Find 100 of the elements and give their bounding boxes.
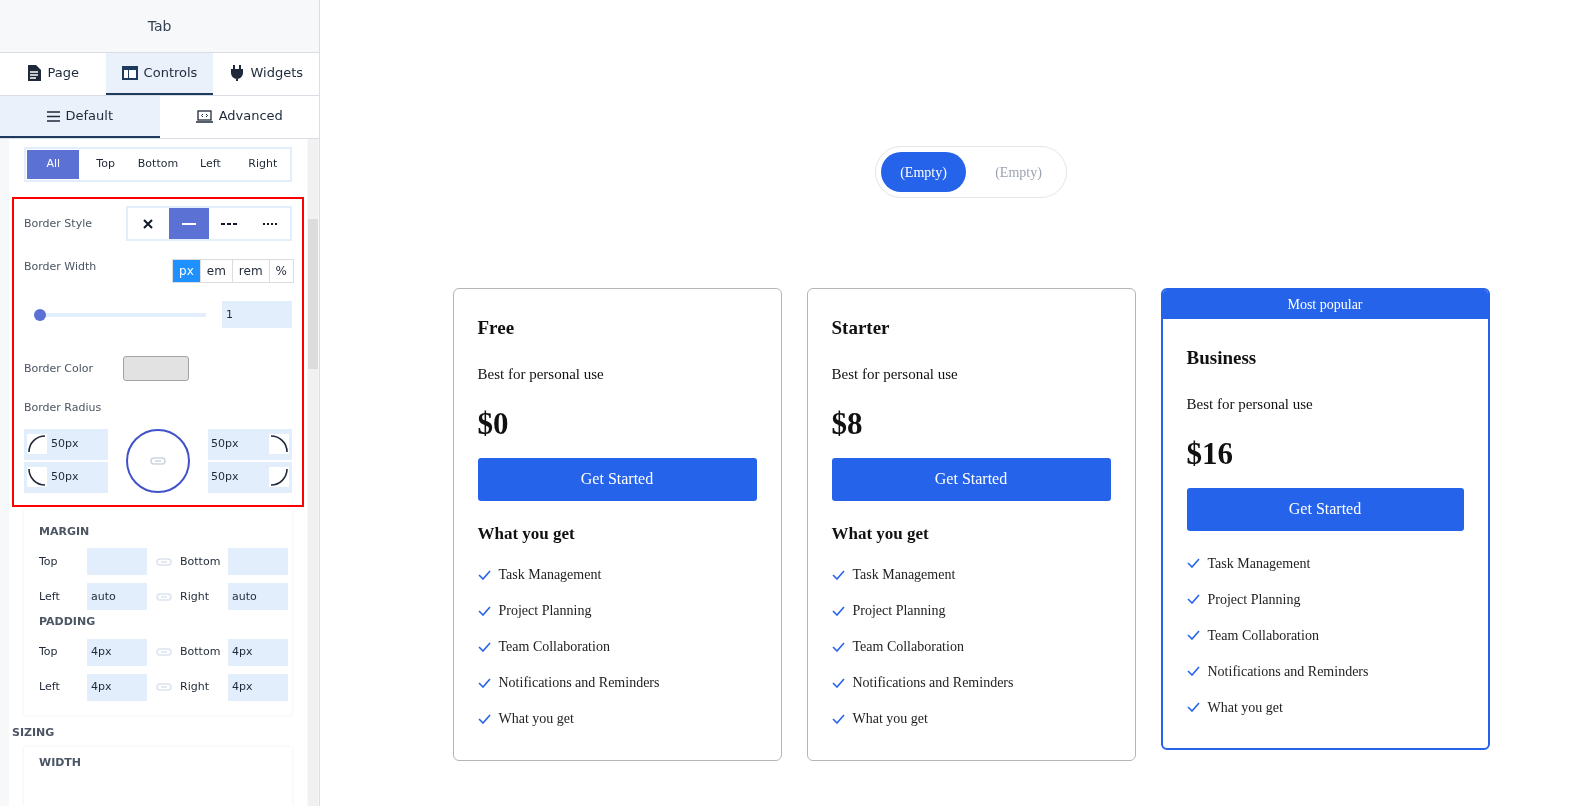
radius-field[interactable]: 50px [208,428,292,460]
panel-tab[interactable]: Controls [106,53,213,95]
field-label: Border Width [24,259,97,276]
feature-item: What you get [852,710,928,728]
feature-item: Project Planning [1207,590,1301,609]
field-label: Right [180,679,210,695]
side-option[interactable]: All [27,150,80,180]
spacing-input[interactable] [228,548,288,576]
field-label: Border Color [24,360,95,377]
toggle-option[interactable]: (Empty) [881,152,966,192]
link-icon[interactable] [155,557,172,566]
field-label: Right [180,588,210,605]
corner-radius-icon [269,434,289,455]
plan-name: Free [477,316,516,340]
check-icon [831,569,845,580]
section-heading: SIZING [12,724,56,741]
side-option[interactable]: Right [236,150,290,180]
check-icon [1186,630,1200,640]
unit-option[interactable]: em [199,260,232,283]
spacing-input[interactable]: 4px [87,638,147,666]
side-option[interactable]: Top [79,150,132,180]
radius-field[interactable]: 50px [24,461,108,493]
feature-item: What you get [1207,698,1283,717]
link-icon[interactable] [155,683,172,692]
width-input[interactable]: 1 [222,301,292,329]
radius-field[interactable]: 50px [208,461,292,493]
unit-option[interactable]: rem [231,260,269,283]
panel-tab[interactable]: Page [0,53,107,95]
field-label: Border Radius [24,400,103,417]
document-icon [27,65,42,81]
corner-radius-icon [269,467,289,488]
dotted-line-icon [262,222,277,225]
panel-title: Tab [147,16,172,36]
menu-icon [46,110,60,122]
slider-track[interactable] [34,308,206,321]
field-label: Top [39,644,59,660]
feature-item: Team Collaboration [1207,626,1319,645]
scrollbar[interactable] [308,139,318,806]
plan-price: $8 [831,405,864,443]
plan-price: $0 [477,405,510,443]
link-icon[interactable] [155,648,172,657]
check-icon [1186,666,1200,676]
spacing-input[interactable]: auto [87,583,147,611]
link-icon[interactable] [155,592,172,601]
spacing-input[interactable]: 4px [228,673,288,701]
close-icon [143,218,154,229]
check-icon [831,677,845,688]
features-heading: What you get [477,522,576,545]
field-label: Left [39,679,61,695]
check-icon [831,641,845,652]
get-started-button[interactable]: Get Started [831,457,1111,501]
unit-option[interactable]: % [268,260,293,283]
check-icon [477,713,491,724]
plan-name: Business [1186,346,1258,370]
check-icon [1186,594,1200,604]
plan-subtitle: Best for personal use [1186,394,1314,414]
feature-item: Task Management [852,566,956,584]
feature-item: Team Collaboration [852,638,964,656]
section-heading: PADDING [39,614,97,631]
features-heading: What you get [831,522,930,545]
section-heading: WIDTH [39,755,83,772]
slider-thumb[interactable] [34,308,46,321]
field-label: Bottom [180,553,222,570]
feature-item: Project Planning [852,602,946,620]
check-icon [477,677,491,688]
field-label: Bottom [180,644,222,660]
feature-item: Task Management [498,566,602,584]
spacing-input[interactable] [87,548,147,576]
color-swatch[interactable] [123,356,189,382]
plug-icon [228,65,245,81]
plan-subtitle: Best for personal use [477,364,605,384]
check-icon [477,605,491,616]
link-toggle[interactable] [126,428,190,493]
side-option[interactable]: Bottom [131,150,185,180]
panel-tab[interactable]: Widgets [212,53,319,95]
feature-item: Team Collaboration [498,638,610,656]
field-label: Left [39,588,61,605]
get-started-button[interactable]: Get Started [1186,487,1464,531]
sub-tab[interactable]: Advanced [159,96,319,138]
layout-icon [121,66,138,80]
side-option[interactable]: Left [184,150,237,180]
check-icon [477,641,491,652]
spacing-input[interactable]: 4px [228,638,288,666]
check-icon [1186,702,1200,712]
plan-price: $16 [1186,435,1234,473]
feature-item: Task Management [1207,554,1311,573]
laptop-code-icon [195,109,213,123]
dashed-line-icon [221,222,238,225]
field-label: Top [39,553,59,570]
radius-field[interactable]: 50px [24,428,108,460]
spacing-input[interactable]: auto [228,583,288,611]
get-started-button[interactable]: Get Started [477,457,757,501]
check-icon [1186,558,1200,568]
feature-item: Notifications and Reminders [852,674,1014,692]
spacing-input[interactable]: 4px [87,673,147,701]
check-icon [477,569,491,580]
link-icon[interactable] [150,456,166,465]
check-icon [831,605,845,616]
sub-tab[interactable]: Default [0,96,160,138]
plan-name: Starter [831,316,891,340]
